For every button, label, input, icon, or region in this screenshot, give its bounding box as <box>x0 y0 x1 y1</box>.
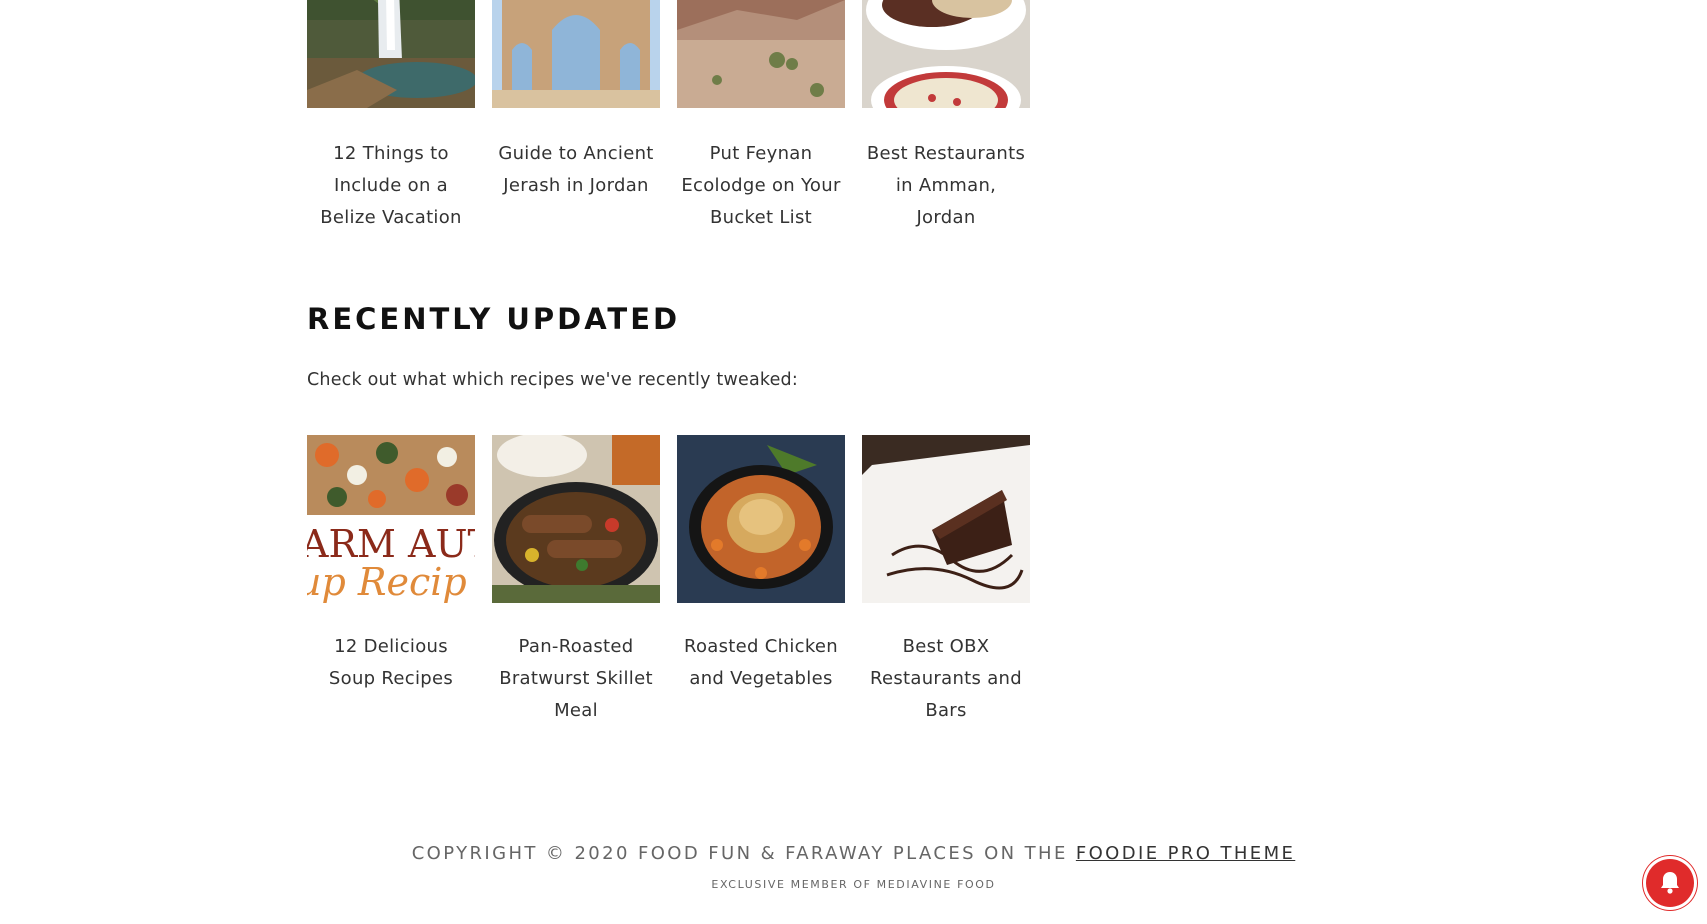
recipe-title[interactable]: Roasted Chicken and Vegetables <box>677 631 845 695</box>
recipe-title[interactable]: Pan-Roasted Bratwurst Skillet Meal <box>492 631 660 727</box>
notification-button[interactable] <box>1646 859 1694 907</box>
roast-chicken-photo[interactable] <box>677 435 845 603</box>
related-post-card[interactable]: Put Feynan Ecolodge on Your Bucket List <box>677 0 845 234</box>
related-post-title[interactable]: Guide to Ancient Jerash in Jordan <box>492 138 660 202</box>
site-footer: COPYRIGHT © 2020 FOOD FUN & FARAWAY PLAC… <box>0 843 1707 891</box>
recipe-card[interactable]: ARM AUTU up Recip 12 Delicious Soup Reci… <box>307 435 475 727</box>
waterfall-photo[interactable] <box>307 0 475 108</box>
soup-overlay-line2: up Recip <box>307 560 467 603</box>
recipe-card[interactable]: Best OBX Restaurants and Bars <box>862 435 1030 727</box>
related-post-title[interactable]: Best Restaurants in Amman, Jordan <box>862 138 1030 234</box>
section-heading: RECENTLY UPDATED <box>307 302 681 336</box>
related-post-card[interactable]: 12 Things to Include on a Belize Vacatio… <box>307 0 475 234</box>
section-intro: Check out what which recipes we've recen… <box>307 370 798 390</box>
soup-collage-photo[interactable]: ARM AUTU up Recip <box>307 435 475 603</box>
related-post-title[interactable]: 12 Things to Include on a Belize Vacatio… <box>307 138 475 234</box>
plated-meal-photo[interactable] <box>862 0 1030 108</box>
theme-link[interactable]: FOODIE PRO THEME <box>1076 843 1295 864</box>
stone-arch-photo[interactable] <box>492 0 660 108</box>
chocolate-cake-photo[interactable] <box>862 435 1030 603</box>
copyright-text: COPYRIGHT © 2020 FOOD FUN & FARAWAY PLAC… <box>411 843 1076 864</box>
footer-member-text: EXCLUSIVE MEMBER OF MEDIAVINE FOOD <box>711 878 996 891</box>
bratwurst-skillet-photo[interactable] <box>492 435 660 603</box>
related-posts-grid: 12 Things to Include on a Belize Vacatio… <box>307 0 1033 234</box>
recently-updated-grid: ARM AUTU up Recip 12 Delicious Soup Reci… <box>307 435 1033 727</box>
bell-icon <box>1661 872 1679 894</box>
recipe-title[interactable]: Best OBX Restaurants and Bars <box>862 631 1030 727</box>
related-post-title[interactable]: Put Feynan Ecolodge on Your Bucket List <box>677 138 845 234</box>
recipe-card[interactable]: Pan-Roasted Bratwurst Skillet Meal <box>492 435 660 727</box>
recipe-card[interactable]: Roasted Chicken and Vegetables <box>677 435 845 727</box>
recipe-title[interactable]: 12 Delicious Soup Recipes <box>307 631 475 695</box>
desert-valley-photo[interactable] <box>677 0 845 108</box>
footer-copyright: COPYRIGHT © 2020 FOOD FUN & FARAWAY PLAC… <box>0 843 1707 864</box>
related-post-card[interactable]: Best Restaurants in Amman, Jordan <box>862 0 1030 234</box>
related-post-card[interactable]: Guide to Ancient Jerash in Jordan <box>492 0 660 234</box>
